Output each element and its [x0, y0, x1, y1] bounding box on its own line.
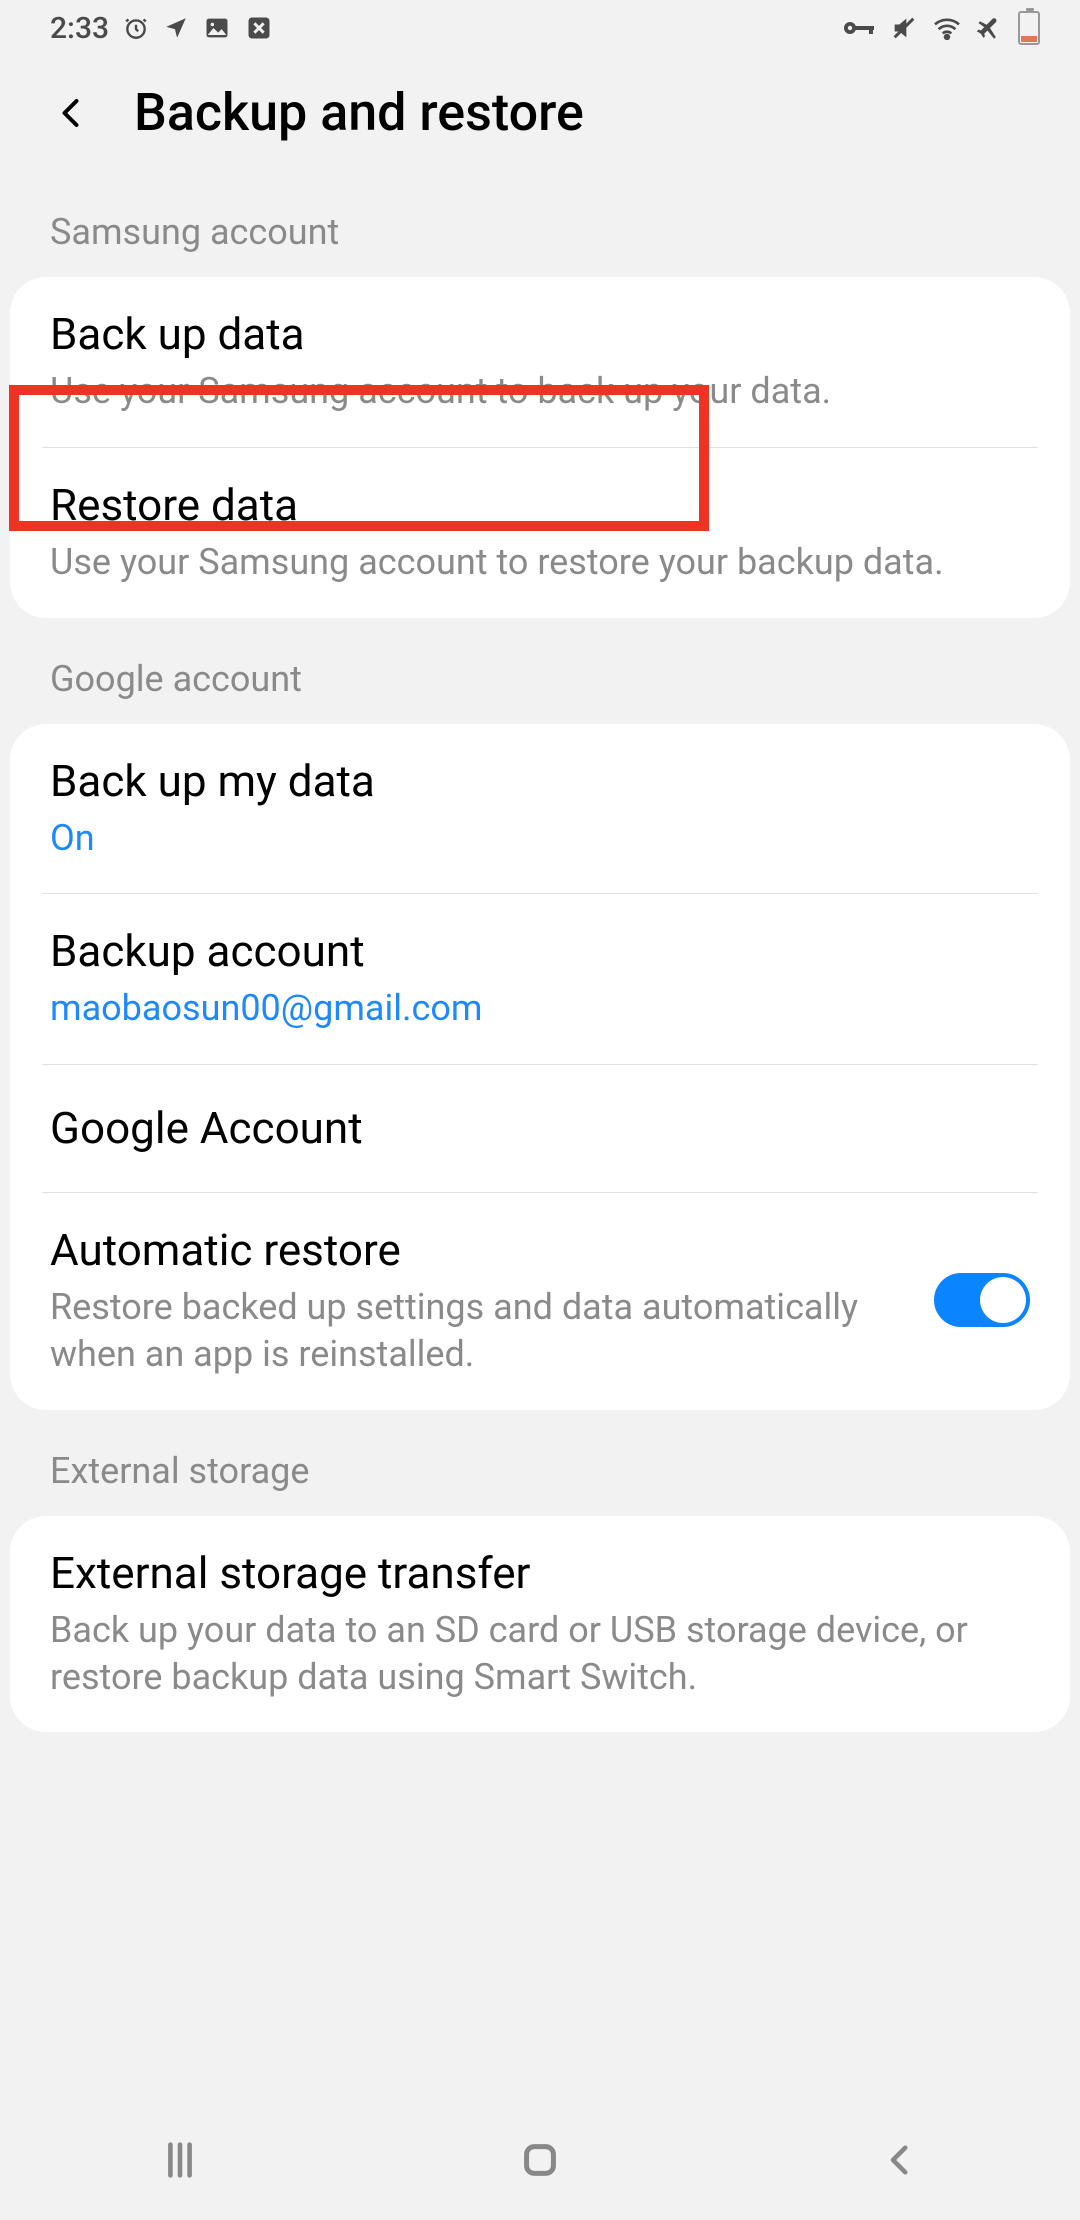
vpn-key-icon [842, 18, 876, 38]
section-header-external: External storage [10, 1410, 1070, 1516]
row-title: External storage transfer [50, 1546, 1030, 1601]
wifi-icon [932, 16, 962, 40]
row-backup-account[interactable]: Backup account maobaosun00@gmail.com [10, 894, 1070, 1064]
page-title: Backup and restore [134, 82, 584, 143]
section-header-google: Google account [10, 618, 1070, 724]
back-button[interactable] [50, 91, 94, 135]
row-sub: maobaosun00@gmail.com [50, 985, 1030, 1032]
image-icon [203, 14, 231, 42]
content: Samsung account Back up data Use your Sa… [0, 193, 1080, 1732]
row-automatic-restore[interactable]: Automatic restore Restore backed up sett… [10, 1193, 1070, 1410]
toggle-automatic-restore[interactable] [934, 1273, 1030, 1327]
row-sub: On [50, 815, 1030, 862]
row-external-storage-transfer[interactable]: External storage transfer Back up your d… [10, 1516, 1070, 1733]
status-left: 2:33 [50, 11, 273, 46]
row-title: Google Account [50, 1101, 1030, 1156]
section-card-samsung: Back up data Use your Samsung account to… [10, 277, 1070, 618]
row-title: Back up data [50, 307, 1030, 362]
row-title: Automatic restore [50, 1223, 904, 1278]
section-header-samsung: Samsung account [10, 193, 1070, 277]
row-sub: Restore backed up settings and data auto… [50, 1284, 904, 1378]
section-card-google: Back up my data On Backup account maobao… [10, 724, 1070, 1410]
row-title: Backup account [50, 924, 1030, 979]
x-box-icon [245, 14, 273, 42]
status-right [842, 11, 1040, 45]
row-sub: Back up your data to an SD card or USB s… [50, 1607, 1030, 1701]
nav-back-button[interactable] [800, 2139, 1000, 2181]
row-title: Back up my data [50, 754, 1030, 809]
header: Backup and restore [0, 56, 1080, 193]
nav-bar [0, 2100, 1080, 2220]
mute-icon [890, 14, 918, 42]
row-back-up-my-data[interactable]: Back up my data On [10, 724, 1070, 894]
row-sub: Use your Samsung account to restore your… [50, 539, 1030, 586]
row-google-account[interactable]: Google Account [10, 1065, 1070, 1192]
nav-home-button[interactable] [440, 2137, 640, 2183]
alarm-icon [123, 15, 149, 41]
status-time: 2:33 [50, 11, 109, 46]
status-bar: 2:33 [0, 0, 1080, 56]
row-title: Restore data [50, 478, 1030, 533]
nav-recent-button[interactable] [80, 2137, 280, 2183]
location-icon [163, 15, 189, 41]
row-restore-data[interactable]: Restore data Use your Samsung account to… [10, 448, 1070, 618]
airplane-icon [976, 14, 1004, 42]
row-back-up-data[interactable]: Back up data Use your Samsung account to… [10, 277, 1070, 447]
section-card-external: External storage transfer Back up your d… [10, 1516, 1070, 1733]
toggle-knob [980, 1277, 1026, 1323]
row-sub: Use your Samsung account to back up your… [50, 368, 1030, 415]
battery-icon [1018, 11, 1040, 45]
